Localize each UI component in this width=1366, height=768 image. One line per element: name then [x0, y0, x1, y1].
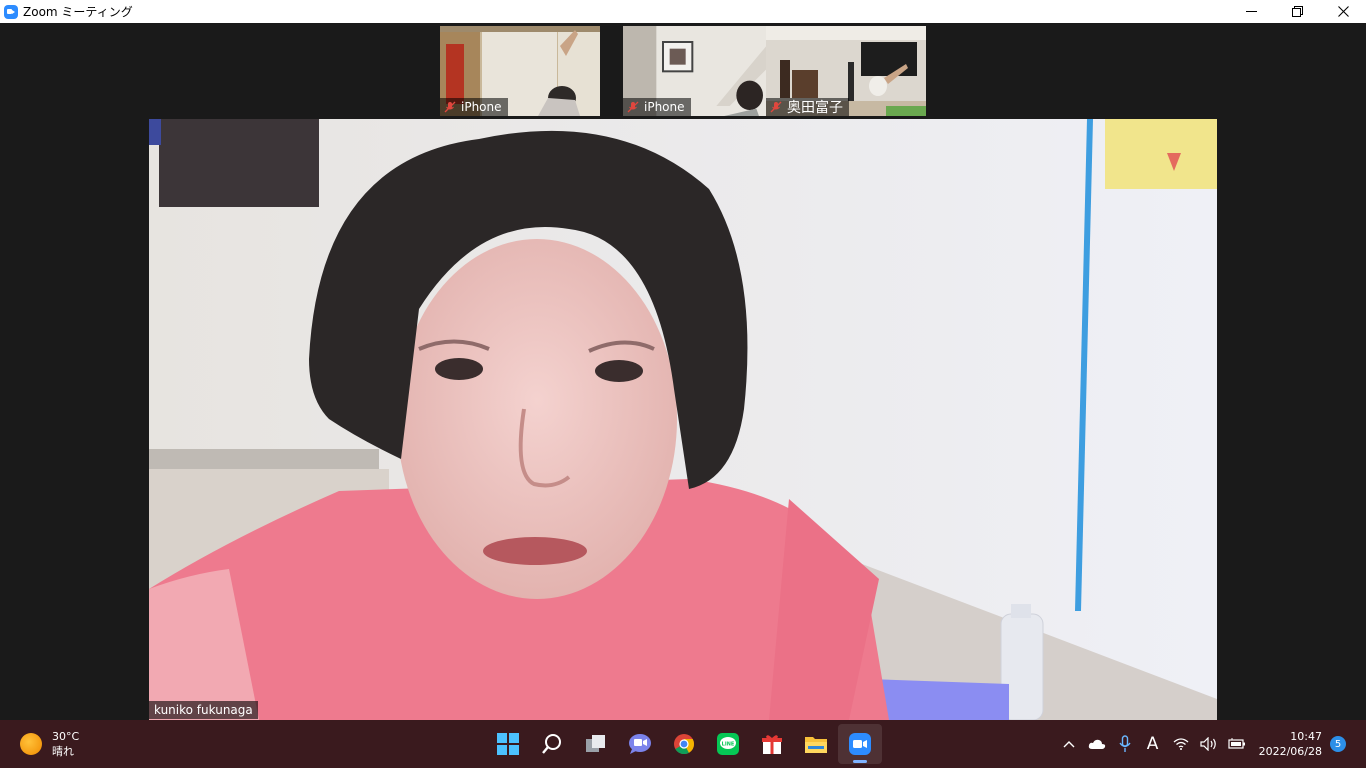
notification-badge[interactable]: 5 — [1330, 736, 1346, 752]
taskbar: 30°C 晴れ LINE A 10:47 2022/06/28 5 — [0, 720, 1366, 768]
gift-icon[interactable] — [750, 724, 794, 764]
chrome-icon[interactable] — [662, 724, 706, 764]
meeting-stage: iPhone iPhone 奥田富子 kuniko fukunaga — [0, 23, 1366, 720]
chevron-up-icon[interactable] — [1058, 732, 1080, 756]
microphone-icon[interactable] — [1114, 732, 1136, 756]
clock-time: 10:47 — [1290, 730, 1322, 743]
taskbar-apps: LINE — [486, 724, 882, 764]
windows-start-icon[interactable] — [486, 724, 530, 764]
clock-date: 2022/06/28 — [1258, 745, 1322, 758]
task-view-icon[interactable] — [574, 724, 618, 764]
participant-video-thumbnail[interactable]: 奥田富子 — [766, 26, 926, 116]
ime-indicator[interactable]: A — [1142, 732, 1164, 756]
restore-button[interactable] — [1274, 0, 1320, 23]
participant-name: iPhone — [644, 100, 685, 114]
participant-name-label: iPhone — [623, 98, 691, 116]
zoom-icon[interactable] — [838, 724, 882, 764]
weather-widget[interactable]: 30°C 晴れ — [20, 729, 79, 759]
speaker-video-feed — [149, 119, 1217, 720]
zoom-icon — [4, 4, 18, 19]
mic-muted-icon — [627, 101, 639, 113]
weather-text: 30°C 晴れ — [52, 729, 79, 759]
wifi-icon[interactable] — [1170, 732, 1192, 756]
speaker-name-tag: kuniko fukunaga — [149, 701, 258, 719]
ime-mode-text: A — [1146, 734, 1159, 754]
mic-muted-icon — [444, 101, 456, 113]
participant-name: iPhone — [461, 100, 502, 114]
window-title: Zoom ミーティング — [23, 5, 133, 19]
participant-name-label: 奥田富子 — [766, 98, 849, 116]
mic-muted-icon — [770, 101, 782, 113]
file-explorer-icon[interactable] — [794, 724, 838, 764]
teams-chat-icon[interactable] — [618, 724, 662, 764]
system-tray: A 10:47 2022/06/28 5 — [1055, 720, 1366, 768]
participant-name: 奥田富子 — [787, 100, 843, 116]
weather-temperature: 30°C — [52, 730, 80, 743]
line-icon[interactable]: LINE — [706, 724, 750, 764]
onedrive-cloud-icon[interactable] — [1086, 732, 1108, 756]
participant-name-label: iPhone — [440, 98, 508, 116]
battery-icon[interactable] — [1226, 732, 1248, 756]
title-bar: Zoom ミーティング — [0, 0, 1366, 23]
active-speaker-video[interactable]: kuniko fukunaga — [149, 119, 1217, 720]
participant-video-thumbnail[interactable]: iPhone — [623, 26, 783, 116]
minimize-button[interactable] — [1228, 0, 1274, 23]
sun-icon — [20, 733, 42, 755]
system-clock[interactable]: 10:47 2022/06/28 — [1259, 729, 1322, 759]
participant-video-thumbnail[interactable]: iPhone — [440, 26, 600, 116]
window-controls — [1228, 0, 1366, 23]
close-button[interactable] — [1320, 0, 1366, 23]
speaker-volume-icon[interactable] — [1198, 732, 1220, 756]
weather-condition: 晴れ — [52, 745, 74, 758]
search-icon[interactable] — [530, 724, 574, 764]
svg-text:LINE: LINE — [722, 742, 735, 748]
